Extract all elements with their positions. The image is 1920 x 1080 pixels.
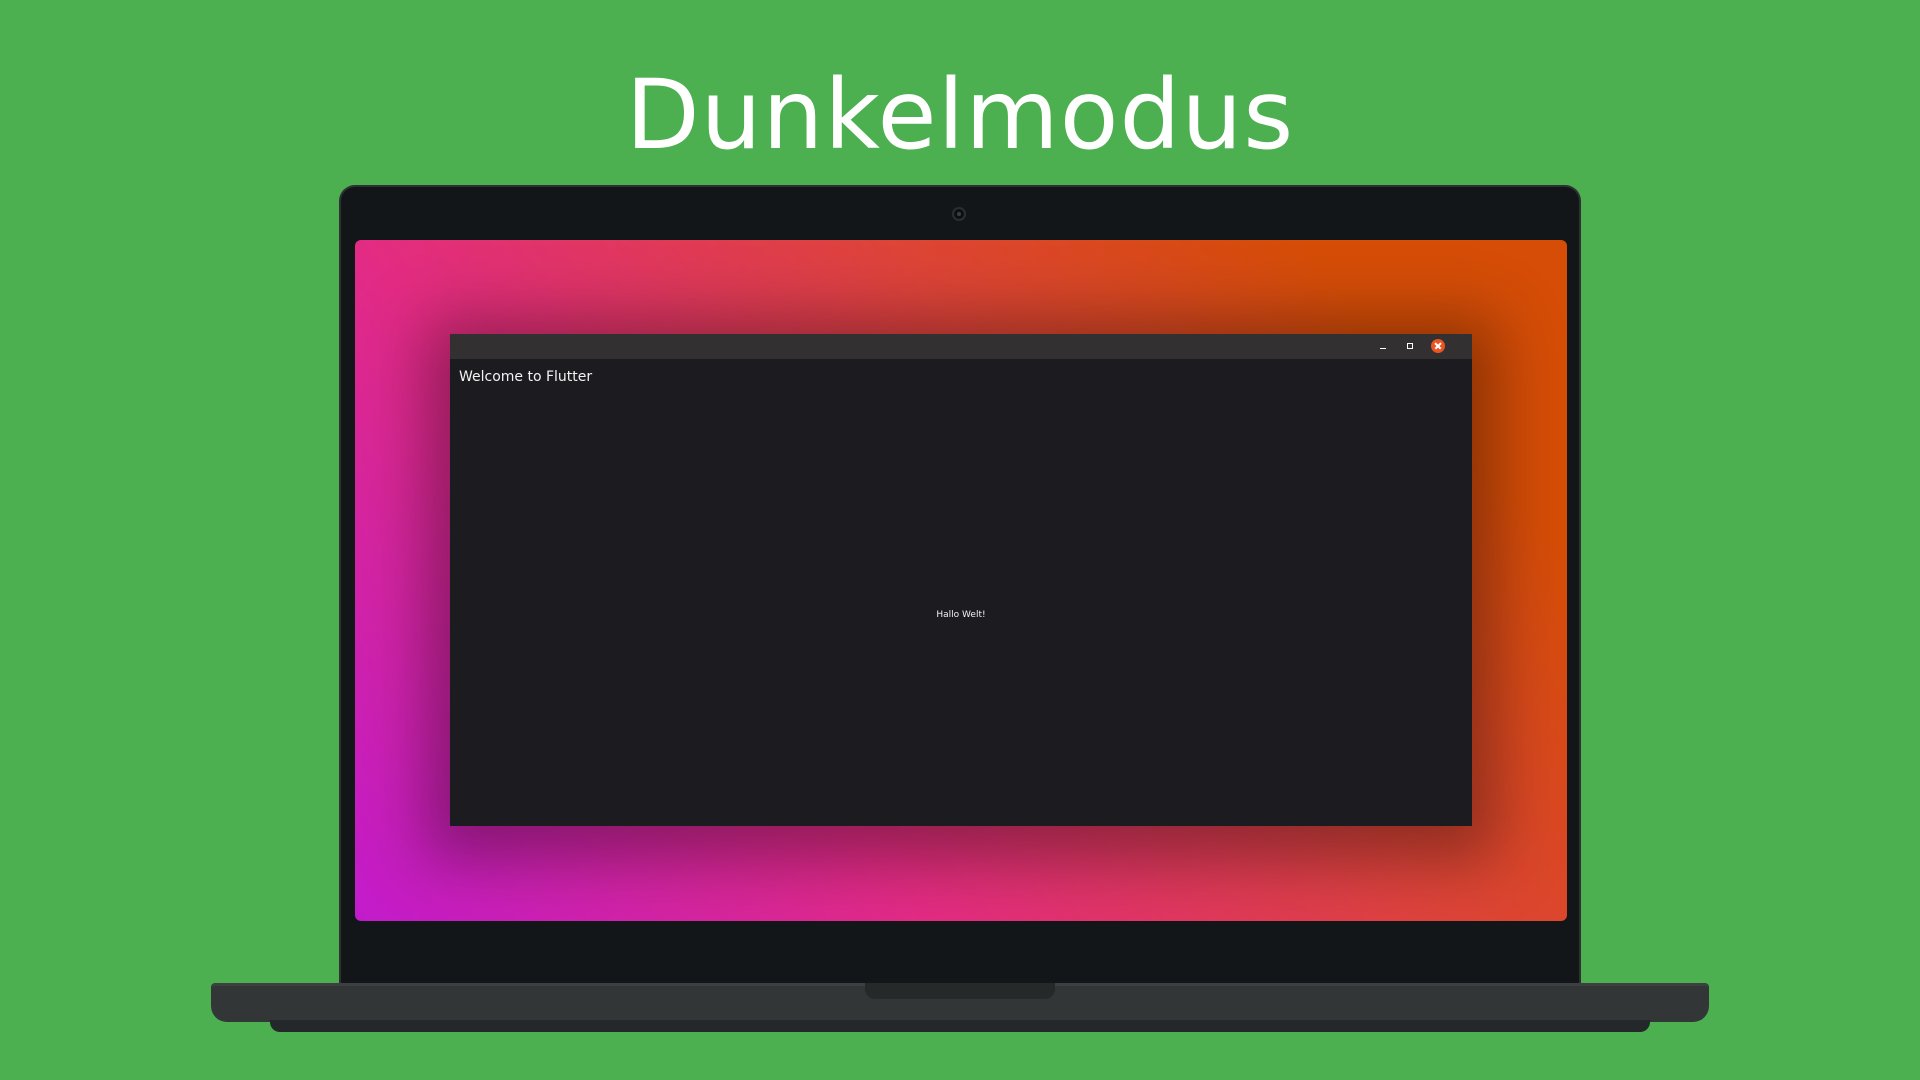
laptop-base (211, 983, 1709, 1022)
minimize-icon[interactable] (1376, 339, 1390, 353)
close-icon[interactable] (1431, 339, 1445, 353)
desktop-wallpaper: Welcome to Flutter Hallo Welt! (355, 240, 1567, 921)
laptop-lid: Welcome to Flutter Hallo Welt! (339, 185, 1581, 985)
laptop-notch (865, 983, 1055, 999)
laptop-foot (270, 1020, 1650, 1032)
app-window: Welcome to Flutter Hallo Welt! (450, 334, 1472, 826)
hello-text: Hallo Welt! (936, 610, 986, 620)
headline: Dunkelmodus (625, 59, 1295, 171)
promo-canvas: Dunkelmodus Welcome to Flutter Hallo Wel… (0, 0, 1920, 1080)
maximize-icon[interactable] (1403, 339, 1417, 353)
window-titlebar[interactable] (450, 334, 1472, 359)
camera-icon (952, 207, 966, 221)
app-title: Welcome to Flutter (459, 369, 593, 385)
